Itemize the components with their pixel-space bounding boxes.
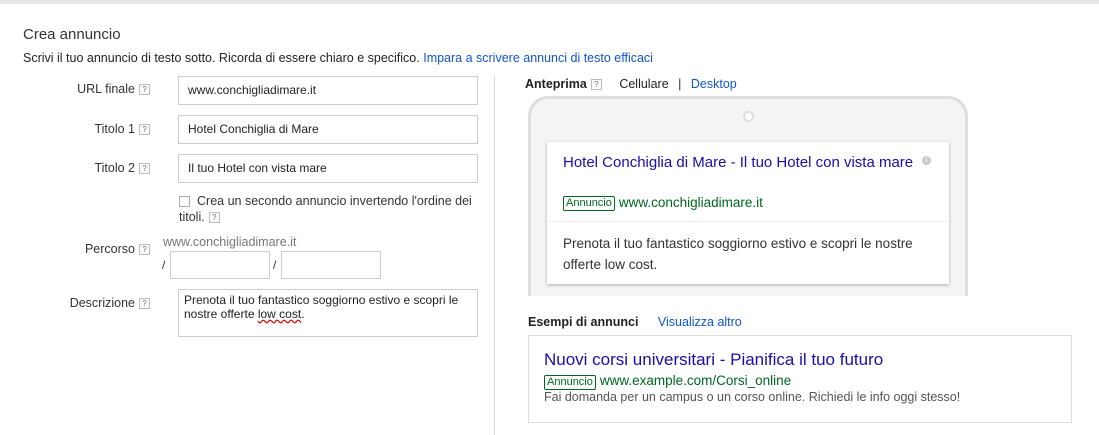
show-more-link[interactable]: Visualizza altro — [658, 315, 742, 329]
description-misspelled: low cost — [257, 307, 302, 321]
subtitle-text: Scrivi il tuo annuncio di testo sotto. R… — [23, 51, 420, 65]
preview-header: Anteprima? Cellulare | Desktop — [525, 77, 737, 91]
headline2-input[interactable]: Il tuo Hotel con vista mare — [178, 154, 478, 183]
tab-desktop[interactable]: Desktop — [691, 77, 737, 91]
ad-badge: Annuncio — [544, 375, 596, 390]
description-textarea[interactable]: Prenota il tuo fantastico soggiorno esti… — [178, 289, 478, 337]
tab-separator: | — [678, 77, 682, 91]
headline2-label: Titolo 2? — [20, 161, 150, 175]
phone-camera — [743, 111, 754, 122]
column-divider — [494, 75, 495, 435]
path-label-text: Percorso — [84, 242, 135, 256]
description-text-end: . — [301, 307, 305, 321]
help-icon[interactable]: ? — [139, 84, 150, 96]
swap-headlines-label: Crea un secondo annuncio invertendo l'or… — [179, 193, 489, 225]
headline1-label-text: Titolo 1 — [94, 122, 135, 136]
page-subtitle: Scrivi il tuo annuncio di testo sotto. R… — [23, 51, 653, 65]
ad-preview-url-text: www.conchigliadimare.it — [618, 195, 763, 210]
info-icon[interactable]: i — [922, 156, 931, 165]
path2-input[interactable] — [281, 251, 381, 279]
final-url-input[interactable]: www.conchigliadimare.it — [178, 76, 478, 105]
help-icon[interactable]: ? — [139, 298, 150, 310]
help-icon[interactable]: ? — [208, 212, 220, 224]
path1-input[interactable] — [170, 251, 270, 279]
headline2-label-text: Titolo 2 — [94, 161, 135, 175]
help-icon[interactable]: ? — [139, 124, 150, 136]
description-label-text: Descrizione — [69, 296, 135, 310]
path-label: Percorso? — [20, 242, 150, 256]
example-ad-url: Annuncio www.example.com/Corsi_online — [544, 373, 791, 390]
swap-headlines-text: Crea un secondo annuncio invertendo l'or… — [179, 194, 472, 224]
final-url-label-text: URL finale — [77, 82, 135, 96]
ad-card-divider — [547, 221, 949, 222]
page-title: Crea annuncio — [23, 26, 121, 43]
help-icon[interactable]: ? — [139, 244, 150, 256]
description-text: Prenota il tuo fantastico soggiorno esti… — [184, 293, 459, 321]
example-ad-description: Fai domanda per un campus o un corso onl… — [544, 390, 961, 404]
ad-preview-url: Annuncio www.conchigliadimare.it — [563, 195, 763, 211]
ad-badge: Annuncio — [563, 196, 615, 211]
headline1-label: Titolo 1? — [20, 122, 150, 136]
preview-label: Anteprima — [525, 77, 587, 91]
learn-link[interactable]: Impara a scrivere annunci di testo effic… — [423, 51, 653, 65]
example-ad-headline[interactable]: Nuovi corsi universitari - Pianifica il … — [544, 350, 883, 370]
ad-preview-headline[interactable]: Hotel Conchiglia di Mare - Il tuo Hotel … — [563, 152, 928, 173]
tab-mobile[interactable]: Cellulare — [619, 77, 668, 91]
headline1-input[interactable]: Hotel Conchiglia di Mare — [178, 115, 478, 144]
path-separator: / — [273, 258, 277, 272]
path-domain: www.conchigliadimare.it — [163, 235, 297, 249]
help-icon[interactable]: ? — [590, 79, 602, 91]
final-url-label: URL finale? — [20, 82, 150, 96]
examples-label: Esempi di annunci — [528, 315, 639, 329]
help-icon[interactable]: ? — [139, 163, 150, 175]
top-bar — [0, 0, 1099, 4]
description-label: Descrizione? — [20, 296, 150, 310]
examples-header: Esempi di annunci Visualizza altro — [528, 315, 742, 329]
path-separator: / — [162, 258, 166, 272]
example-ad-url-text: www.example.com/Corsi_online — [599, 373, 792, 388]
ad-preview-description: Prenota il tuo fantastico soggiorno esti… — [563, 236, 913, 272]
